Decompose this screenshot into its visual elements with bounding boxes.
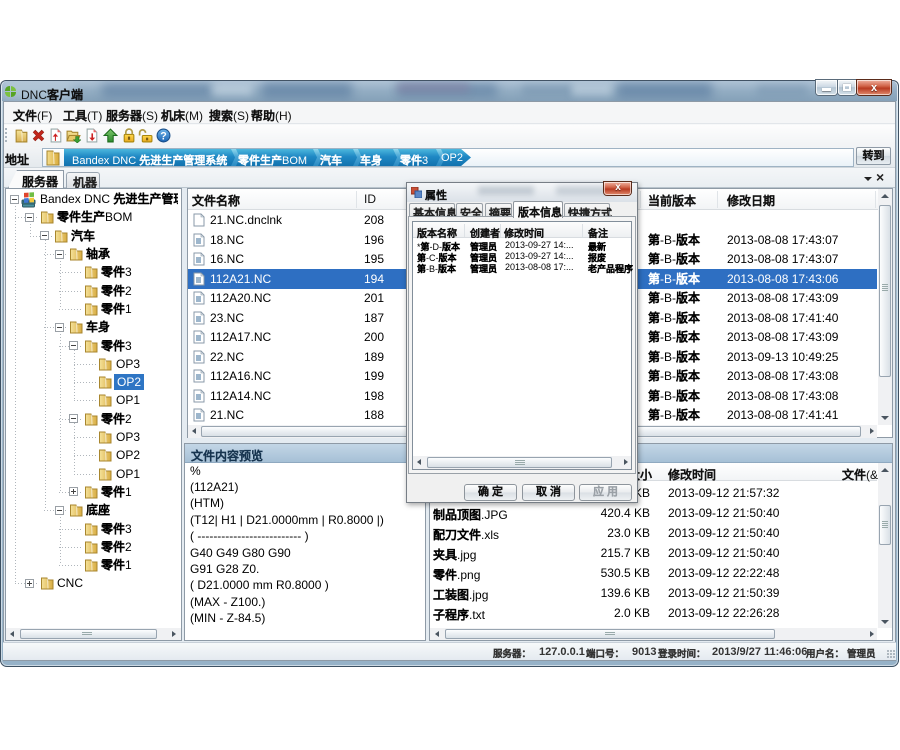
svg-text:?: ? <box>160 130 167 142</box>
